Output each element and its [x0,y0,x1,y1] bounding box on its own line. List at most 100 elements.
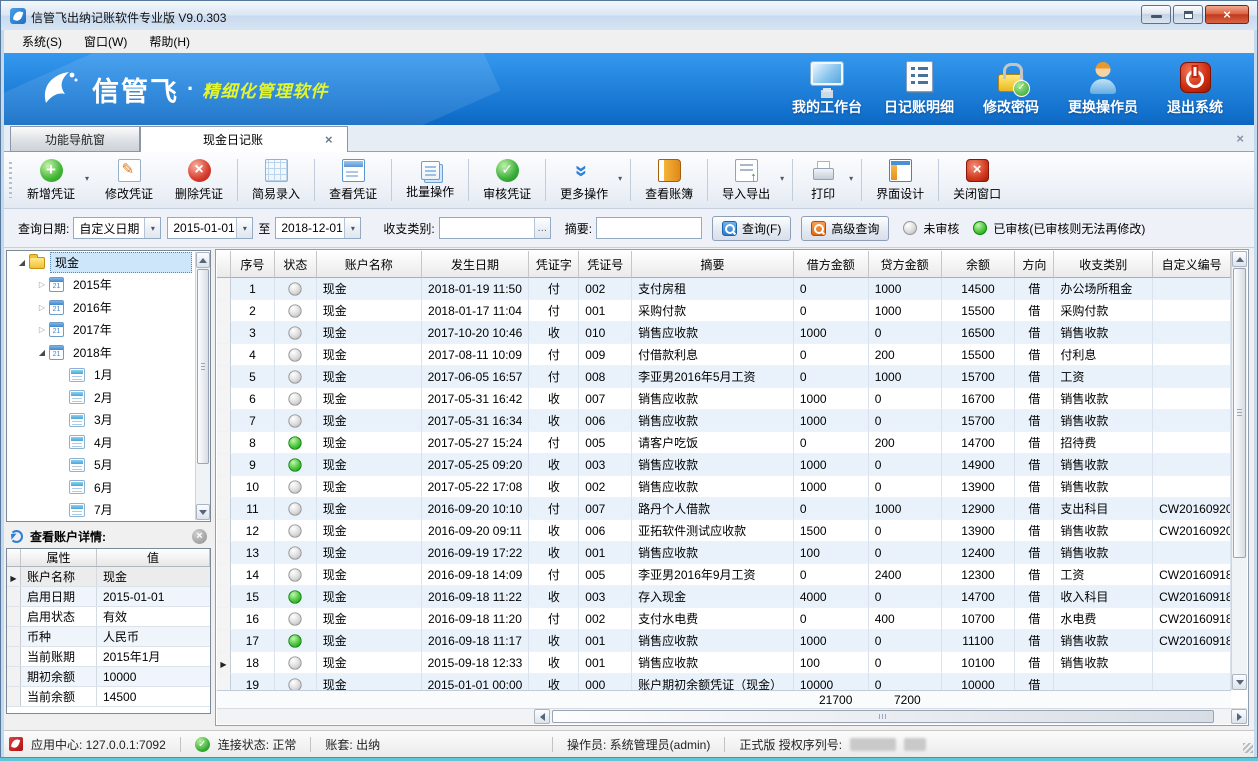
column-header-9[interactable]: 贷方金额 [869,251,942,278]
toolbar-button-2[interactable]: 修改凭证 [94,155,164,205]
tab-cash-journal[interactable]: 现金日记账 [140,126,348,153]
search-button[interactable]: 查询(F) [712,216,791,241]
tab-function-nav[interactable]: 功能导航窗 [10,126,140,152]
tabstrip-close-icon[interactable] [1236,131,1244,146]
table-row-15[interactable]: 15现金2016-09-18 11:22收003存入现金4000014700借收… [217,586,1231,608]
toolbar-button-7[interactable]: 审核凭证 [472,155,542,205]
column-header-1[interactable]: 序号 [231,251,275,278]
grid-horizontal-scrollbar[interactable] [217,708,1247,724]
category-input[interactable] [439,217,551,239]
toolbar-button-11[interactable]: 打印 [796,155,858,205]
scrollbar-thumb[interactable] [197,269,209,464]
tree-item-1[interactable]: 现金 [7,251,210,274]
column-header-3[interactable]: 账户名称 [317,251,422,278]
tree-item-9[interactable]: 4月 [7,431,210,454]
scrollbar-thumb[interactable] [1233,268,1246,558]
scroll-up-button[interactable] [196,252,210,268]
tree-item-5[interactable]: 2018年 [7,341,210,364]
table-row-1[interactable]: 1现金2018-01-19 11:50付002支付房租0100014500借办公… [217,278,1231,300]
scroll-left-button[interactable] [534,709,550,724]
details-close-icon[interactable] [192,529,207,544]
table-row-5[interactable]: 5现金2017-06-05 16:57付008李亚男2016年5月工资01000… [217,366,1231,388]
toolbar-button-5[interactable]: 查看凭证 [318,155,388,205]
toolbar-button-13[interactable]: 关闭窗口 [942,155,1012,205]
date-from-select[interactable]: 2015-01-01 [167,217,253,239]
dropdown-caret-icon[interactable] [780,174,784,183]
chevron-down-icon[interactable] [144,218,160,238]
details-row-4[interactable]: 币种人民币 [7,627,210,647]
details-row-7[interactable]: 当前余额14500 [7,687,210,707]
table-row-13[interactable]: 13现金2016-09-19 17:22收001销售应收款100012400借销… [217,542,1231,564]
chevron-down-icon[interactable] [236,218,252,238]
quick-action-3[interactable]: 修改密码 [970,61,1052,117]
tree-item-12[interactable]: 7月 [7,499,210,522]
expanded-arrow-icon[interactable] [15,258,29,267]
dropdown-caret-icon[interactable] [618,174,622,183]
tab-close-icon[interactable] [325,133,339,147]
refresh-icon[interactable] [10,530,23,543]
table-row-6[interactable]: 6现金2017-05-31 16:42收007销售应收款1000016700借销… [217,388,1231,410]
chevron-down-icon[interactable] [344,218,360,238]
summary-input[interactable] [596,217,702,239]
toolbar-button-8[interactable]: 更多操作 [549,155,627,205]
details-row-1[interactable]: 账户名称现金 [7,567,210,587]
collapsed-arrow-icon[interactable] [35,303,49,312]
collapsed-arrow-icon[interactable] [35,325,49,334]
toolbar-button-9[interactable]: 查看账簿 [634,155,704,205]
column-header-10[interactable]: 余额 [942,251,1016,278]
table-row-17[interactable]: 17现金2016-09-18 11:17收001销售应收款1000011100借… [217,630,1231,652]
resize-grip[interactable] [1243,743,1253,753]
toolbar-button-3[interactable]: 删除凭证 [164,155,234,205]
table-row-14[interactable]: 14现金2016-09-18 14:09付005李亚男2016年9月工资0240… [217,564,1231,586]
date-mode-select[interactable]: 自定义日期 [73,217,161,239]
quick-action-5[interactable]: 退出系统 [1154,61,1236,117]
details-row-3[interactable]: 启用状态有效 [7,607,210,627]
maximize-button[interactable] [1173,5,1203,24]
menu-help[interactable]: 帮助(H) [139,30,200,53]
scrollbar-thumb[interactable] [552,710,1214,723]
scroll-up-button[interactable] [1232,251,1247,267]
table-row-7[interactable]: 7现金2017-05-31 16:34收006销售应收款1000015700借销… [217,410,1231,432]
table-row-8[interactable]: 8现金2017-05-27 15:24付005请客户吃饭020014700借招待… [217,432,1231,454]
details-row-6[interactable]: 期初余额10000 [7,667,210,687]
table-row-10[interactable]: 10现金2017-05-22 17:08收002销售应收款1000013900借… [217,476,1231,498]
column-header-7[interactable]: 摘要 [632,251,794,278]
toolbar-button-1[interactable]: 新增凭证 [16,155,94,205]
scroll-down-button[interactable] [196,504,210,520]
menu-system[interactable]: 系统(S) [12,30,72,53]
dropdown-caret-icon[interactable] [849,174,853,183]
minimize-button[interactable] [1141,5,1171,24]
quick-action-1[interactable]: 我的工作台 [786,61,868,117]
tree-item-10[interactable]: 5月 [7,454,210,477]
quick-action-4[interactable]: 更换操作员 [1062,61,1144,117]
toolbar-button-10[interactable]: 导入导出 [711,155,789,205]
dropdown-caret-icon[interactable] [85,174,89,183]
toolbar-button-12[interactable]: 界面设计 [865,155,935,205]
table-row-4[interactable]: 4现金2017-08-11 10:09付009付借款利息020015500借付利… [217,344,1231,366]
scroll-down-button[interactable] [1232,674,1247,690]
table-row-2[interactable]: 2现金2018-01-17 11:04付001采购付款0100015500借采购… [217,300,1231,322]
tree-item-11[interactable]: 6月 [7,476,210,499]
expanded-arrow-icon[interactable] [35,348,49,357]
column-header-4[interactable]: 发生日期 [422,251,530,278]
scroll-right-button[interactable] [1231,709,1247,724]
tree-item-6[interactable]: 1月 [7,364,210,387]
ellipsis-icon[interactable] [534,218,550,238]
tree-item-2[interactable]: 2015年 [7,274,210,297]
table-row-16[interactable]: 16现金2016-09-18 11:20付002支付水电费040010700借水… [217,608,1231,630]
toolbar-button-4[interactable]: 简易录入 [241,155,311,205]
tree-scrollbar[interactable] [195,252,210,520]
tree-item-7[interactable]: 2月 [7,386,210,409]
grid-vertical-scrollbar[interactable] [1231,251,1247,690]
column-header-5[interactable]: 凭证字 [529,251,579,278]
menu-window[interactable]: 窗口(W) [74,30,137,53]
table-row-11[interactable]: 11现金2016-09-20 10:10付007路丹个人借款0100012900… [217,498,1231,520]
column-header-8[interactable]: 借方金额 [794,251,869,278]
table-row-19[interactable]: 19现金2015-01-01 00:00收000账户期初余额凭证（现金）1000… [217,674,1231,690]
table-row-18[interactable]: 18现金2015-09-18 12:33收001销售应收款100010100借销… [217,652,1231,674]
tree-item-8[interactable]: 3月 [7,409,210,432]
column-header-13[interactable]: 自定义编号 [1153,251,1231,278]
table-row-3[interactable]: 3现金2017-10-20 10:46收010销售应收款1000016500借销… [217,322,1231,344]
column-header-6[interactable]: 凭证号 [579,251,632,278]
tree-item-3[interactable]: 2016年 [7,296,210,319]
